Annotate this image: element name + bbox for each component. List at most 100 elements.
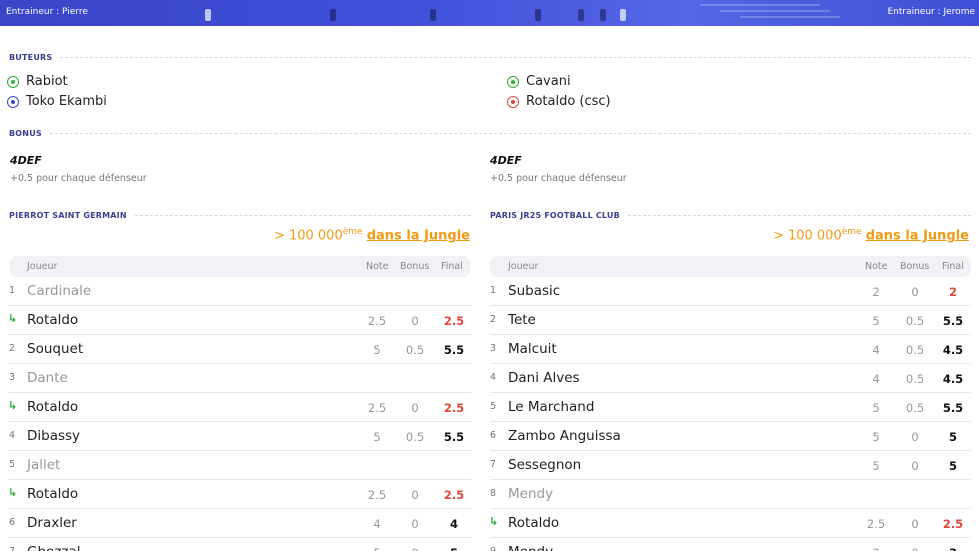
player-row[interactable]: ↳ Rotaldo 2.5 0 2.5	[8, 306, 471, 335]
player-number: 1	[490, 285, 497, 296]
player-number: 8	[490, 488, 497, 499]
player-name[interactable]: Rotaldo	[27, 486, 78, 502]
player-name[interactable]: Tete	[508, 312, 536, 328]
col-bonus: Bonus	[900, 261, 930, 272]
player-bonus: 0	[403, 546, 427, 551]
player-name[interactable]: Souquet	[27, 341, 83, 357]
player-name[interactable]: Sessegnon	[508, 457, 581, 473]
player-note: 2.5	[367, 401, 387, 415]
player-number: 7	[490, 459, 497, 470]
player-final: 5.5	[443, 343, 465, 357]
player-name[interactable]: Mendy	[508, 544, 553, 551]
player-row[interactable]: 4 Dani Alves 4 0.5 4.5	[490, 364, 971, 393]
player-bonus: 0	[411, 401, 419, 415]
player-note: 5	[872, 314, 880, 328]
player-final: 4.5	[942, 372, 964, 386]
jungle-link[interactable]: dans la Jungle	[367, 228, 470, 243]
player-name[interactable]: Draxler	[27, 515, 77, 531]
player-bonus: 0.5	[905, 314, 925, 328]
player-number: 4	[9, 430, 16, 441]
player-row[interactable]: 4 Dibassy 5 0.5 5.5	[9, 422, 471, 451]
player-name[interactable]: Malcuit	[508, 341, 557, 357]
away-bonus-name: 4DEF	[490, 154, 522, 167]
player-name[interactable]: Dante	[27, 370, 68, 386]
player-row[interactable]: 3 Dante	[9, 364, 471, 393]
player-row[interactable]: 1 Cardinale	[9, 277, 471, 306]
substitution-icon: ↳	[489, 515, 499, 528]
player-row[interactable]: 5 Jallet	[9, 451, 471, 480]
player-final: 3	[941, 546, 965, 551]
home-rank: > 100 000ème dans la Jungle	[273, 227, 470, 244]
player-number: 9	[490, 546, 496, 551]
player-name[interactable]: Rotaldo	[27, 312, 78, 328]
away-team-title: PARIS JR25 FOOTBALL CLUB	[490, 211, 971, 220]
player-row[interactable]: 7 Sessegnon 5 0 5	[490, 451, 971, 480]
player-note: 5	[373, 430, 381, 444]
ball-icon	[7, 75, 19, 88]
player-name[interactable]: Le Marchand	[508, 399, 594, 415]
player-final: 5.5	[942, 314, 964, 328]
player-number: 3	[490, 343, 497, 354]
player-row[interactable]: 5 Le Marchand 5 0.5 5.5	[490, 393, 971, 422]
player-name[interactable]: Rotaldo	[27, 399, 78, 415]
player-note: 2.5	[367, 488, 387, 502]
player-name[interactable]: Zambo Anguissa	[508, 428, 621, 444]
player-final: 2.5	[942, 517, 964, 531]
player-bonus: 0.5	[405, 343, 425, 357]
player-row[interactable]: ↳ Rotaldo 2.5 0 2.5	[489, 509, 971, 538]
player-row[interactable]: ↳ Rotaldo 2.5 0 2.5	[8, 480, 471, 509]
player-name[interactable]: Ghezzal	[27, 544, 81, 551]
player-number: 6	[9, 517, 16, 528]
player-name[interactable]: Cardinale	[27, 283, 91, 299]
player-row[interactable]: 2 Tete 5 0.5 5.5	[490, 306, 971, 335]
substitution-icon: ↳	[8, 486, 18, 499]
home-team-title: PIERROT SAINT GERMAIN	[9, 211, 471, 220]
player-final: 5	[948, 459, 957, 473]
player-note: 2	[872, 285, 880, 299]
home-coach: Entraineur : Pierre	[6, 7, 88, 17]
player-note: 5	[373, 343, 381, 357]
away-coach: Entraineur : Jerome	[887, 7, 975, 17]
player-note: 3	[864, 546, 888, 551]
player-name[interactable]: Mendy	[508, 486, 553, 502]
player-name[interactable]: Dani Alves	[508, 370, 580, 386]
player-row[interactable]: 2 Souquet 5 0.5 5.5	[9, 335, 471, 364]
player-bonus: 0.5	[905, 343, 925, 357]
home-bonus-name: 4DEF	[10, 154, 42, 167]
col-note: Note	[366, 261, 389, 272]
player-note: 5	[872, 430, 880, 444]
player-row[interactable]: 8 Mendy	[490, 480, 971, 509]
col-player: Joueur	[27, 261, 58, 272]
scorer-item: Rotaldo (csc)	[507, 94, 611, 109]
player-final: 5.5	[443, 430, 465, 444]
player-bonus: 0	[411, 314, 419, 328]
player-row[interactable]: 6 Zambo Anguissa 5 0 5	[490, 422, 971, 451]
player-row[interactable]: 9 Mendy 3 0 3	[490, 538, 971, 551]
jungle-link[interactable]: dans la Jungle	[866, 228, 969, 243]
player-bonus: 0	[911, 517, 919, 531]
player-row[interactable]: 7 Ghezzal 5 0 5	[9, 538, 471, 551]
player-name[interactable]: Rotaldo	[508, 515, 559, 531]
player-name[interactable]: Jallet	[27, 457, 60, 473]
player-row[interactable]: 6 Draxler 4 0 4	[9, 509, 471, 538]
player-row[interactable]: 1 Subasic 2 0 2	[490, 277, 971, 306]
player-row[interactable]: ↳ Rotaldo 2.5 0 2.5	[8, 393, 471, 422]
player-bonus: 0.5	[405, 430, 425, 444]
player-number: 3	[9, 372, 16, 383]
player-final: 4.5	[942, 343, 964, 357]
player-note: 4	[872, 372, 880, 386]
home-table-header: Joueur Note Bonus Final	[9, 256, 471, 277]
player-row[interactable]: 3 Malcuit 4 0.5 4.5	[490, 335, 971, 364]
col-final: Final	[942, 261, 964, 272]
player-number: 1	[9, 285, 16, 296]
player-bonus: 0	[911, 459, 919, 473]
player-name[interactable]: Dibassy	[27, 428, 80, 444]
player-final: 5	[442, 546, 466, 551]
player-bonus: 0	[411, 488, 419, 502]
player-number: 5	[9, 459, 16, 470]
player-name[interactable]: Subasic	[508, 283, 560, 299]
player-final: 5	[948, 430, 957, 444]
away-bonus-description: +0.5 pour chaque défenseur	[490, 173, 627, 184]
player-bonus: 0	[911, 285, 919, 299]
col-bonus: Bonus	[400, 261, 430, 272]
